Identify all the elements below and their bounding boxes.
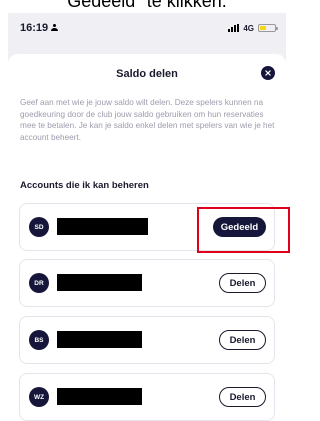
battery-icon (258, 24, 278, 32)
close-icon (265, 70, 271, 76)
redacted-name (57, 331, 142, 348)
sheet-description: Geef aan met wie je jouw saldo wilt dele… (20, 98, 275, 142)
account-card: WZ Delen (19, 373, 275, 421)
share-button[interactable]: Delen (219, 330, 266, 350)
close-button[interactable] (261, 66, 275, 80)
redacted-name (57, 388, 142, 405)
share-button[interactable]: Delen (219, 387, 266, 407)
highlight-box (197, 207, 290, 253)
avatar: DR (29, 273, 49, 293)
status-indicators: 4G (228, 23, 278, 33)
redacted-name (57, 274, 142, 291)
network-type: 4G (243, 23, 254, 33)
signal-icon (228, 24, 240, 32)
account-card: DR Delen (19, 259, 275, 307)
avatar: WZ (29, 387, 49, 407)
status-bar: 16:19 4G (8, 13, 286, 43)
status-time: 16:19 (20, 22, 49, 34)
account-card: BS Delen (19, 316, 275, 364)
battery-level (260, 26, 267, 30)
share-button[interactable]: Delen (219, 273, 266, 293)
instruction-caption: Gedeeld" te klikken. (67, 0, 227, 11)
person-icon (51, 24, 59, 31)
redacted-name (57, 218, 148, 235)
avatar: BS (29, 330, 49, 350)
section-title: Accounts die ik kan beheren (20, 180, 149, 191)
status-time-group: 16:19 (20, 22, 59, 34)
sheet-title: Saldo delen (116, 68, 178, 80)
avatar: SD (29, 217, 49, 237)
